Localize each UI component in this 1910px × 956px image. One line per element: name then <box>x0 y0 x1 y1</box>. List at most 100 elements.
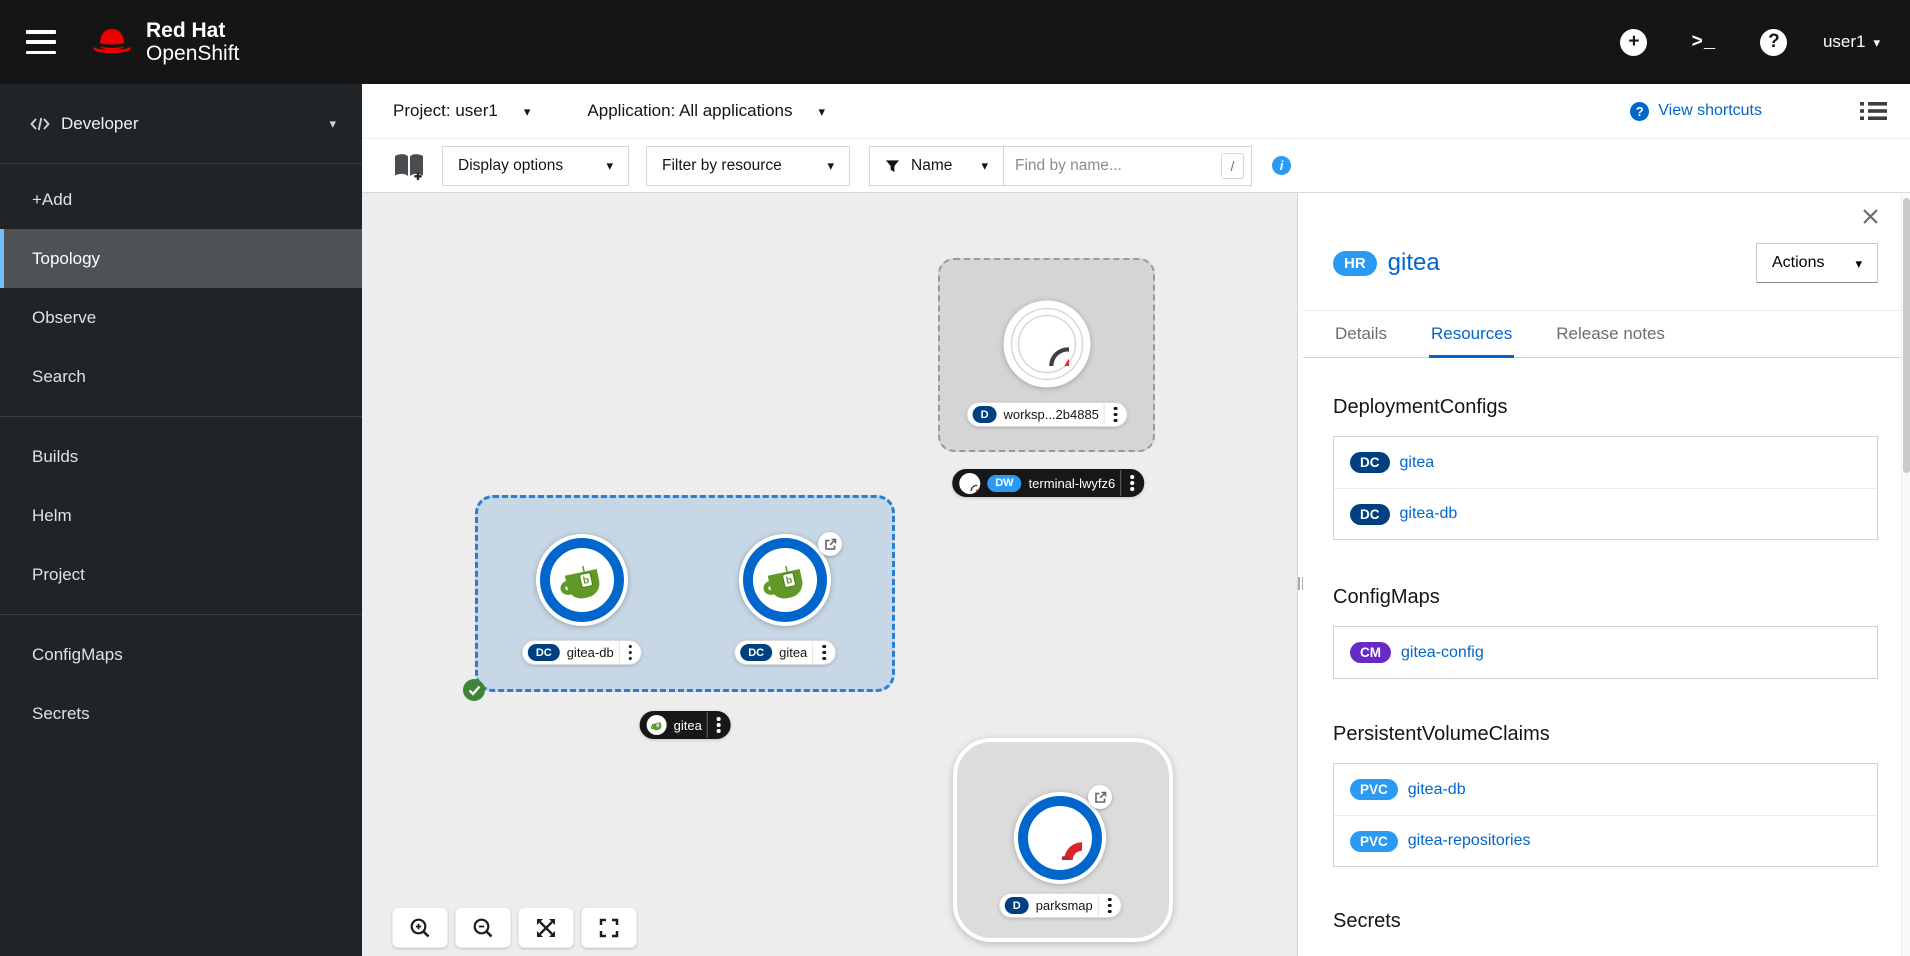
canvas-controls <box>392 907 637 948</box>
panel-scrollbar[interactable] <box>1901 193 1910 956</box>
open-url-decorator[interactable] <box>818 532 842 556</box>
resource-link[interactable]: gitea-db <box>1408 781 1466 799</box>
tab-release-notes[interactable]: Release notes <box>1554 311 1667 358</box>
resource-row[interactable]: PVC gitea-repositories <box>1334 815 1877 866</box>
resource-link[interactable]: gitea-repositories <box>1408 832 1531 850</box>
pvc-badge: PVC <box>1350 779 1398 800</box>
project-switcher[interactable]: Project: user1 ▾ <box>393 101 530 121</box>
resource-row[interactable]: DC gitea <box>1334 437 1877 488</box>
user-menu[interactable]: user1 ▾ <box>1823 32 1880 52</box>
close-panel-button[interactable] <box>1862 208 1879 230</box>
gitea-db-node-label[interactable]: DC gitea-db <box>521 640 643 665</box>
kebab-menu-icon[interactable] <box>812 641 835 664</box>
kebab-menu-icon[interactable] <box>1103 403 1127 426</box>
section-heading-pvcs: PersistentVolumeClaims <box>1333 723 1550 745</box>
resource-row[interactable]: DC gitea-db <box>1334 488 1877 539</box>
kebab-menu-icon[interactable] <box>706 712 730 738</box>
expand-arrows-icon <box>537 918 555 937</box>
name-filter-dropdown[interactable]: Name ▾ <box>869 145 1004 186</box>
sidebar-item-configmaps[interactable]: ConfigMaps <box>0 625 362 684</box>
parksmap-node-label[interactable]: D parksmap <box>998 893 1122 918</box>
workspace-node-label[interactable]: D worksp...2b4885 <box>966 402 1128 427</box>
gitea-db-node[interactable] <box>535 533 629 632</box>
zoom-out-button[interactable] <box>455 907 511 948</box>
info-icon[interactable]: i <box>1272 156 1291 175</box>
user-menu-label: user1 <box>1822 32 1866 51</box>
resource-row[interactable]: CM gitea-config <box>1334 627 1877 678</box>
sidebar-item-add[interactable]: +Add <box>0 170 362 229</box>
deploymentconfig-badge: DC <box>1350 452 1390 473</box>
chevron-down-icon: ▾ <box>818 103 826 119</box>
gitea-mini-icon <box>646 715 667 735</box>
fullscreen-button[interactable] <box>581 907 637 948</box>
application-switcher[interactable]: Application: All applications ▾ <box>587 101 825 121</box>
tab-resources[interactable]: Resources <box>1428 311 1515 358</box>
resource-side-panel: HR gitea Actions ▾ Details Resources Rel… <box>1303 193 1910 956</box>
resource-link[interactable]: gitea-config <box>1401 644 1484 662</box>
tab-details[interactable]: Details <box>1333 311 1389 358</box>
kebab-menu-icon[interactable] <box>1097 894 1121 917</box>
help-button[interactable]: ? <box>1753 21 1795 63</box>
panel-tabs: Details Resources Release notes <box>1303 310 1910 358</box>
list-view-toggle-button[interactable] <box>1860 101 1887 121</box>
terminal-icon: >_ <box>1691 31 1717 53</box>
masthead: Red Hat OpenShift + >_ ? user1 ▾ <box>0 0 1910 84</box>
filter-by-resource-dropdown[interactable]: Filter by resource ▾ <box>646 145 850 186</box>
quick-create-button[interactable]: + <box>1613 21 1655 63</box>
redhat-openshift-logo: Red Hat OpenShift <box>90 19 239 65</box>
zoom-in-icon <box>410 918 430 937</box>
sidebar-item-secrets[interactable]: Secrets <box>0 684 362 743</box>
zoom-in-button[interactable] <box>392 907 448 948</box>
brand-name: Red Hat <box>146 18 226 42</box>
perspective-switcher[interactable]: Developer ▾ <box>0 84 362 164</box>
sidebar-item-builds[interactable]: Builds <box>0 427 362 486</box>
web-terminal-button[interactable]: >_ <box>1683 21 1725 63</box>
guided-tour-button[interactable] <box>393 151 425 181</box>
resource-link[interactable]: gitea <box>1400 454 1435 472</box>
external-link-icon <box>826 539 836 549</box>
perspective-label: Developer <box>61 113 139 133</box>
actions-dropdown[interactable]: Actions ▾ <box>1756 243 1878 283</box>
section-heading-secrets: Secrets <box>1333 910 1401 932</box>
project-switcher-label: Project: user1 <box>393 101 498 120</box>
nav-toggle-hamburger-icon[interactable] <box>26 30 56 54</box>
find-by-name-input[interactable] <box>1004 145 1252 186</box>
book-plus-icon <box>395 153 423 180</box>
brand-product: OpenShift <box>146 42 240 65</box>
gitea-application-label[interactable]: gitea <box>639 711 731 739</box>
sidebar-item-helm[interactable]: Helm <box>0 486 362 545</box>
gitea-node-label[interactable]: DC gitea <box>734 640 836 665</box>
helmrelease-badge: HR <box>1333 250 1377 276</box>
sidebar-item-search[interactable]: Search <box>0 347 362 406</box>
display-options-dropdown[interactable]: Display options ▾ <box>442 145 629 186</box>
resource-list: CM gitea-config <box>1333 626 1878 679</box>
sidebar-item-topology[interactable]: Topology <box>0 229 362 288</box>
section-heading-deploymentconfigs: DeploymentConfigs <box>1333 396 1508 418</box>
open-url-decorator[interactable] <box>1088 785 1112 809</box>
workspace-node[interactable] <box>1003 300 1091 393</box>
resource-list: PVC gitea-db PVC gitea-repositories <box>1333 763 1878 867</box>
deploymentconfig-badge: DC <box>1350 503 1390 525</box>
sidebar-item-project[interactable]: Project <box>0 545 362 604</box>
kebab-menu-icon[interactable] <box>618 641 642 664</box>
topology-canvas[interactable]: D worksp...2b4885 DW terminal-lwyfz6 DC … <box>362 193 1297 956</box>
context-toolbar: Project: user1 ▾ Application: All applic… <box>362 84 1910 139</box>
list-view-icon <box>1860 102 1887 120</box>
scrollbar-thumb[interactable] <box>1903 198 1910 473</box>
deploymentconfig-badge: DC <box>740 644 773 661</box>
resource-link[interactable]: gitea-db <box>1400 505 1458 523</box>
resource-row[interactable]: PVC gitea-db <box>1334 764 1877 815</box>
chevron-down-icon: ▾ <box>827 158 834 173</box>
redhat-fedora-icon <box>93 29 131 54</box>
success-check-decorator <box>463 679 485 701</box>
plus-circle-icon: + <box>1620 28 1648 56</box>
sidebar-item-observe[interactable]: Observe <box>0 288 362 347</box>
deployment-badge: D <box>1004 897 1029 914</box>
question-circle-icon: ? <box>1760 28 1788 56</box>
panel-title[interactable]: gitea <box>1388 249 1440 277</box>
view-shortcuts-link[interactable]: ? View shortcuts <box>1630 101 1762 121</box>
kebab-menu-icon[interactable] <box>1120 470 1143 496</box>
chevron-down-icon: ▾ <box>1873 34 1880 50</box>
terminal-node-label[interactable]: DW terminal-lwyfz6 <box>952 469 1144 497</box>
fit-to-screen-button[interactable] <box>518 907 574 948</box>
